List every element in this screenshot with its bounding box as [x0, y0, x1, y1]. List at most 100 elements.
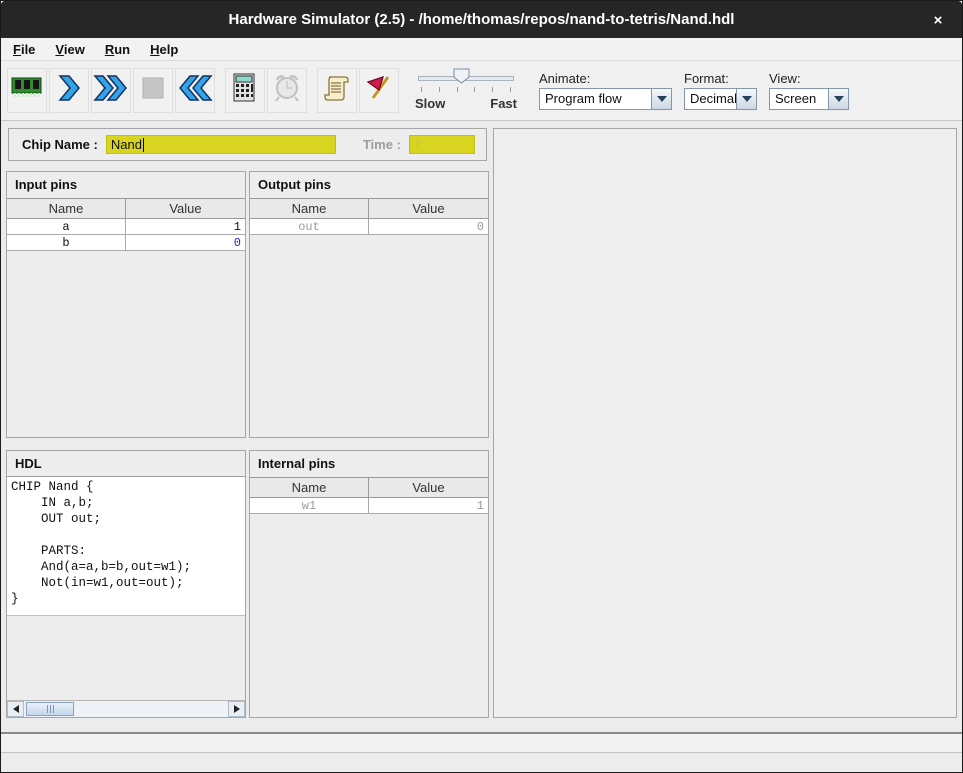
chip-name-input[interactable]: Nand: [106, 135, 336, 154]
animate-combo-value: Program flow: [539, 88, 652, 110]
pin-name: out: [250, 219, 369, 234]
table-row: a 1: [7, 219, 245, 235]
output-pins-table: Name Value out 0: [250, 198, 488, 235]
column-header-name: Name: [250, 199, 369, 218]
menu-help[interactable]: Help: [140, 39, 188, 60]
view-combo[interactable]: Screen: [769, 88, 849, 110]
table-row: w1 1: [250, 498, 488, 514]
format-label: Format:: [684, 71, 757, 86]
speed-slider-thumb[interactable]: [453, 68, 470, 89]
speed-slider: Slow Fast: [415, 66, 517, 116]
reset-icon: [177, 74, 213, 107]
time-value: 7: [414, 138, 421, 152]
column-header-name: Name: [250, 478, 369, 497]
format-combo-value: Decimal: [684, 88, 737, 110]
hdl-title: HDL: [7, 451, 245, 475]
toolbar: Slow Fast Animate: Program flow Format: …: [1, 61, 962, 121]
animate-combo[interactable]: Program flow: [539, 88, 672, 110]
clock-button[interactable]: [267, 68, 307, 113]
pin-value: 1: [369, 498, 488, 513]
internal-pins-table: Name Value w1 1: [250, 477, 488, 514]
hdl-code-line: OUT out;: [11, 511, 241, 527]
menu-view[interactable]: View: [45, 39, 94, 60]
table-header: Name Value: [7, 199, 245, 219]
stop-button[interactable]: [133, 68, 173, 113]
pin-value: 0: [369, 219, 488, 234]
chevron-down-icon[interactable]: [652, 88, 672, 110]
table-header: Name Value: [250, 478, 488, 498]
input-pins-panel: Input pins Name Value a 1 b 0: [6, 171, 246, 438]
chevron-down-icon[interactable]: [737, 88, 757, 110]
internal-pins-panel: Internal pins Name Value w1 1: [249, 450, 489, 718]
status-bar: [1, 732, 962, 753]
pin-value[interactable]: 1: [126, 219, 245, 234]
internal-pins-title: Internal pins: [250, 451, 488, 475]
chevron-down-icon[interactable]: [829, 88, 849, 110]
table-header: Name Value: [250, 199, 488, 219]
hdl-code-line: IN a,b;: [11, 495, 241, 511]
stop-icon: [141, 76, 165, 105]
input-pins-title: Input pins: [7, 172, 245, 196]
breakpoint-flag-icon: [365, 74, 393, 107]
chip-name-value: Nand: [111, 137, 142, 152]
column-header-value: Value: [369, 199, 488, 218]
hdl-code-line: CHIP Nand {: [11, 479, 241, 495]
titlebar: Hardware Simulator (2.5) - /home/thomas/…: [1, 1, 962, 38]
table-row: out 0: [250, 219, 488, 235]
scrollbar-thumb[interactable]: [26, 702, 74, 716]
pin-name: a: [7, 219, 126, 234]
column-header-value: Value: [369, 478, 488, 497]
menubar: File View Run Help: [1, 38, 962, 61]
close-button[interactable]: ×: [928, 10, 948, 30]
hdl-horizontal-scrollbar[interactable]: [7, 700, 245, 717]
animate-label: Animate:: [539, 71, 672, 86]
table-row: b 0: [7, 235, 245, 251]
format-combo-group: Format: Decimal: [684, 71, 757, 110]
chip-name-label: Chip Name :: [22, 137, 98, 152]
column-header-value: Value: [126, 199, 245, 218]
hardware-simulator-window: Hardware Simulator (2.5) - /home/thomas/…: [0, 0, 963, 773]
hdl-code-view[interactable]: CHIP Nand { IN a,b; OUT out; PARTS: And(…: [7, 476, 245, 616]
calculator-eval-icon: [232, 73, 258, 108]
time-field: 7: [409, 135, 475, 154]
pin-name: b: [7, 235, 126, 250]
single-step-button[interactable]: [49, 68, 89, 113]
hdl-code-line: Not(in=w1,out=out);: [11, 575, 241, 591]
output-pins-panel: Output pins Name Value out 0: [249, 171, 489, 438]
hdl-code-line: }: [11, 591, 241, 607]
input-pins-table: Name Value a 1 b 0: [7, 198, 245, 251]
time-label: Time :: [363, 137, 401, 152]
eval-button[interactable]: [225, 68, 265, 113]
script-scroll-icon: [323, 74, 351, 107]
scroll-left-arrow[interactable]: [7, 701, 24, 717]
run-button[interactable]: [91, 68, 131, 113]
pin-name: w1: [250, 498, 369, 513]
chip-header-panel: Chip Name : Nand Time : 7: [8, 128, 487, 161]
view-combo-group: View: Screen: [769, 71, 849, 110]
hdl-code-line: [11, 527, 241, 543]
scroll-right-arrow[interactable]: [228, 701, 245, 717]
clock-icon: [272, 73, 302, 108]
main-content: Chip Name : Nand Time : 7 Input pins Nam…: [1, 121, 962, 732]
animate-combo-group: Animate: Program flow: [539, 71, 672, 110]
slider-fast-label: Fast: [490, 96, 517, 111]
view-label: View:: [769, 71, 849, 86]
slider-slow-label: Slow: [415, 96, 445, 111]
hdl-panel: HDL CHIP Nand { IN a,b; OUT out; PARTS: …: [6, 450, 246, 718]
window-title: Hardware Simulator (2.5) - /home/thomas/…: [229, 11, 735, 28]
column-header-name: Name: [7, 199, 126, 218]
menu-run[interactable]: Run: [95, 39, 140, 60]
reset-button[interactable]: [175, 68, 215, 113]
script-button[interactable]: [317, 68, 357, 113]
format-combo[interactable]: Decimal: [684, 88, 757, 110]
menu-file[interactable]: File: [3, 39, 45, 60]
single-step-icon: [56, 74, 82, 107]
breakpoints-button[interactable]: [359, 68, 399, 113]
load-chip-button[interactable]: [7, 68, 47, 113]
hdl-code-line: PARTS:: [11, 543, 241, 559]
text-caret: [143, 138, 144, 152]
pin-value[interactable]: 0: [126, 235, 245, 250]
load-chip-icon: [11, 76, 43, 105]
output-pins-title: Output pins: [250, 172, 488, 196]
message-bar: [1, 753, 962, 772]
